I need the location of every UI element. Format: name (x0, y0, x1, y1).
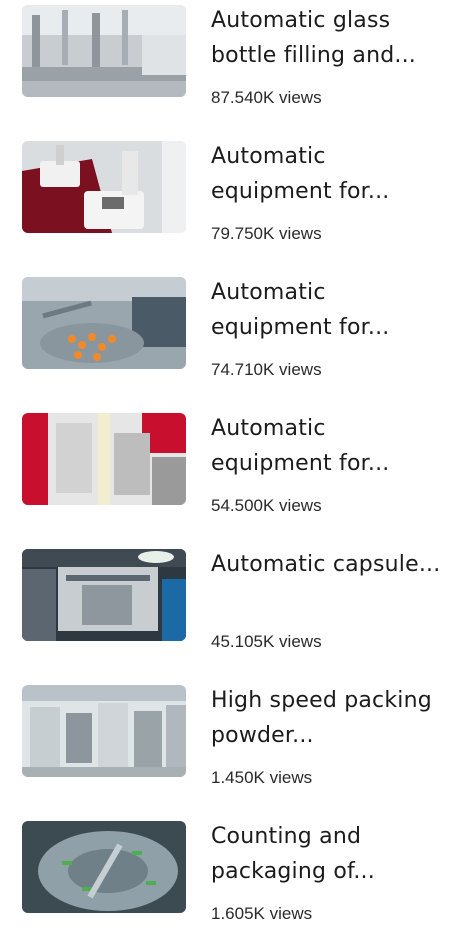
video-title[interactable]: High speed packing powder... (211, 683, 443, 753)
video-title[interactable]: Counting and packaging of... (211, 819, 443, 889)
view-count: 1.450K views (211, 768, 313, 787)
view-count: 1.605K views (211, 904, 313, 923)
video-item[interactable]: Automatic equipment for... 74.710K views (0, 272, 452, 408)
tablet-testing-device-thumbnail[interactable] (22, 141, 186, 233)
counting-machine-thumbnail[interactable] (22, 821, 186, 913)
view-count: 87.540K views (211, 88, 322, 107)
powder-packing-hall-thumbnail[interactable] (22, 685, 186, 777)
video-item[interactable]: Automatic capsule... 45.105K views (0, 544, 452, 680)
capsule-filling-machine-thumbnail[interactable] (22, 549, 186, 641)
rotary-vial-machine-thumbnail[interactable] (22, 277, 186, 369)
view-count: 79.750K views (211, 224, 322, 243)
video-item[interactable]: Automatic equipment for... 54.500K views (0, 408, 452, 544)
video-title[interactable]: Automatic equipment for... (211, 411, 443, 481)
video-title[interactable]: Automatic glass bottle filling and... (211, 3, 443, 73)
view-count: 74.710K views (211, 360, 322, 379)
video-title[interactable]: Automatic equipment for... (211, 275, 443, 345)
video-item[interactable]: Counting and packaging of... 1.605K view… (0, 816, 452, 952)
video-item[interactable]: Automatic glass bottle filling and... 87… (0, 0, 452, 136)
view-count: 54.500K views (211, 496, 322, 515)
video-item[interactable]: High speed packing powder... 1.450K view… (0, 680, 452, 816)
packing-machine-red-thumbnail[interactable] (22, 413, 186, 505)
bottle-filling-line-thumbnail[interactable] (22, 5, 186, 97)
video-item[interactable]: Automatic equipment for... 79.750K views (0, 136, 452, 272)
view-count: 45.105K views (211, 632, 322, 651)
video-title[interactable]: Automatic capsule... (211, 547, 443, 582)
video-title[interactable]: Automatic equipment for... (211, 139, 443, 209)
